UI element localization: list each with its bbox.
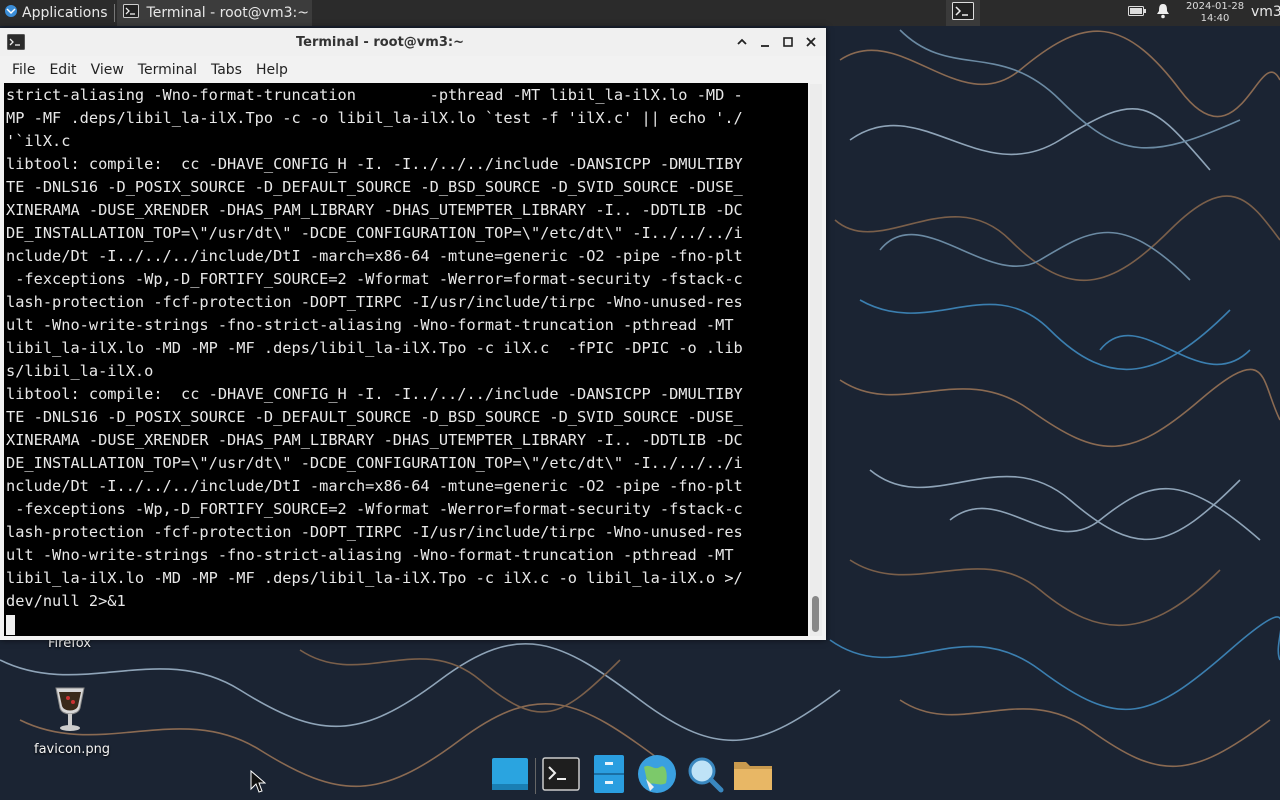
taskbar-button-label: Terminal - root@vm3:~ xyxy=(146,5,309,21)
battery-icon xyxy=(1128,5,1146,21)
mouse-pointer-icon xyxy=(250,769,267,798)
terminal-window[interactable]: Terminal - root@vm3:~ File Edit View Ter… xyxy=(0,28,826,640)
terminal-launcher-button[interactable] xyxy=(946,0,980,26)
menu-view[interactable]: View xyxy=(84,62,131,78)
terminal-prompt-line xyxy=(6,613,808,636)
window-titlebar[interactable]: Terminal - root@vm3:~ xyxy=(0,28,826,56)
terminal-line: XINERAMA -DUSE_XRENDER -DHAS_PAM_LIBRARY… xyxy=(6,431,743,449)
dock-separator xyxy=(535,758,536,794)
terminal-line: -fexceptions -Wp,-D_FORTIFY_SOURCE=2 -Wf… xyxy=(6,500,743,518)
terminal-line: s/libil_la-ilX.o xyxy=(6,362,154,380)
terminal-line: ult -Wno-write-strings -fno-strict-alias… xyxy=(6,546,734,564)
terminal-scrollbar[interactable] xyxy=(810,84,822,636)
folder-icon xyxy=(732,756,774,796)
terminal-icon xyxy=(122,4,139,22)
globe-icon xyxy=(636,753,678,799)
scrollbar-thumb[interactable] xyxy=(812,596,819,632)
terminal-line: libil_la-ilX.lo -MD -MP -MF .deps/libil_… xyxy=(6,569,743,587)
dock-terminal[interactable] xyxy=(537,752,585,800)
image-file-icon[interactable] xyxy=(50,684,90,738)
terminal-icon xyxy=(542,757,580,795)
applications-label: Applications xyxy=(22,5,108,21)
terminal-line: DE_INSTALLATION_TOP=\"/usr/dt\" -DCDE_CO… xyxy=(6,224,743,242)
terminal-line: '`ilX.c xyxy=(6,132,71,150)
terminal-line: nclude/Dt -I../../../include/DtI -march=… xyxy=(6,247,743,265)
clock-date: 2024-01-28 xyxy=(1185,1,1245,12)
chevron-up-icon xyxy=(736,33,748,52)
menu-tabs[interactable]: Tabs xyxy=(204,62,249,78)
dock-show-desktop[interactable] xyxy=(486,752,534,800)
menu-terminal[interactable]: Terminal xyxy=(131,62,204,78)
terminal-output[interactable]: strict-aliasing -Wno-format-truncation -… xyxy=(4,83,808,636)
clock-time: 14:40 xyxy=(1200,13,1230,24)
terminal-line: -fexceptions -Wp,-D_FORTIFY_SOURCE=2 -Wf… xyxy=(6,270,743,288)
terminal-line: libtool: compile: cc -DHAVE_CONFIG_H -I.… xyxy=(6,385,743,403)
terminal-icon xyxy=(952,2,974,24)
clock[interactable]: 2024-01-28 14:40 xyxy=(1180,1,1250,25)
terminal-line: libil_la-ilX.lo -MD -MP -MF .deps/libil_… xyxy=(6,339,743,357)
panel-separator xyxy=(113,4,115,22)
terminal-line: TE -DNLS16 -D_POSIX_SOURCE -D_DEFAULT_SO… xyxy=(6,178,743,196)
dock-file-manager[interactable] xyxy=(585,752,633,800)
text-cursor xyxy=(6,615,15,635)
bell-icon xyxy=(1156,3,1170,23)
terminal-line: lash-protection -fcf-protection -DOPT_TI… xyxy=(6,523,743,541)
magnifier-icon xyxy=(685,754,725,798)
terminal-line: lash-protection -fcf-protection -DOPT_TI… xyxy=(6,293,743,311)
taskbar-button-terminal[interactable]: Terminal - root@vm3:~ xyxy=(116,0,312,26)
terminal-line: nclude/Dt -I../../../include/DtI -march=… xyxy=(6,477,743,495)
user-menu[interactable]: vm3 xyxy=(1251,4,1280,20)
maximize-icon xyxy=(782,33,794,52)
menu-bar: File Edit View Terminal Tabs Help xyxy=(0,56,826,84)
menu-help[interactable]: Help xyxy=(249,62,295,78)
terminal-line: dev/null 2>&1 xyxy=(6,592,126,610)
show-desktop-icon xyxy=(490,754,530,798)
dock-home-folder[interactable] xyxy=(729,752,777,800)
notifications-indicator[interactable] xyxy=(1156,0,1170,26)
file-cabinet-icon xyxy=(593,754,625,798)
dock-app-finder[interactable] xyxy=(681,752,729,800)
close-icon xyxy=(805,33,817,52)
desktop-icon-favicon-label[interactable]: favicon.png xyxy=(34,742,110,757)
terminal-line: DE_INSTALLATION_TOP=\"/usr/dt\" -DCDE_CO… xyxy=(6,454,743,472)
top-panel: Applications Terminal - root@vm3:~ 2024-… xyxy=(0,0,1280,26)
maximize-button[interactable] xyxy=(780,34,796,50)
dock-web-browser[interactable] xyxy=(633,752,681,800)
menu-edit[interactable]: Edit xyxy=(42,62,83,78)
menu-file[interactable]: File xyxy=(5,62,42,78)
close-button[interactable] xyxy=(803,34,819,50)
terminal-line: XINERAMA -DUSE_XRENDER -DHAS_PAM_LIBRARY… xyxy=(6,201,743,219)
terminal-line: strict-aliasing -Wno-format-truncation -… xyxy=(6,86,743,104)
minimize-button[interactable] xyxy=(757,34,773,50)
terminal-line: TE -DNLS16 -D_POSIX_SOURCE -D_DEFAULT_SO… xyxy=(6,408,743,426)
battery-indicator[interactable] xyxy=(1128,0,1146,26)
terminal-line: MP -MF .deps/libil_la-ilX.Tpo -c -o libi… xyxy=(6,109,743,127)
terminal-line: libtool: compile: cc -DHAVE_CONFIG_H -I.… xyxy=(6,155,743,173)
shade-button[interactable] xyxy=(734,34,750,50)
dock xyxy=(486,752,794,800)
window-title: Terminal - root@vm3:~ xyxy=(296,35,464,50)
applications-menu[interactable]: Applications xyxy=(0,0,112,26)
xfce-logo-icon xyxy=(4,4,18,22)
terminal-line: ult -Wno-write-strings -fno-strict-alias… xyxy=(6,316,734,334)
minimize-icon xyxy=(759,33,771,52)
